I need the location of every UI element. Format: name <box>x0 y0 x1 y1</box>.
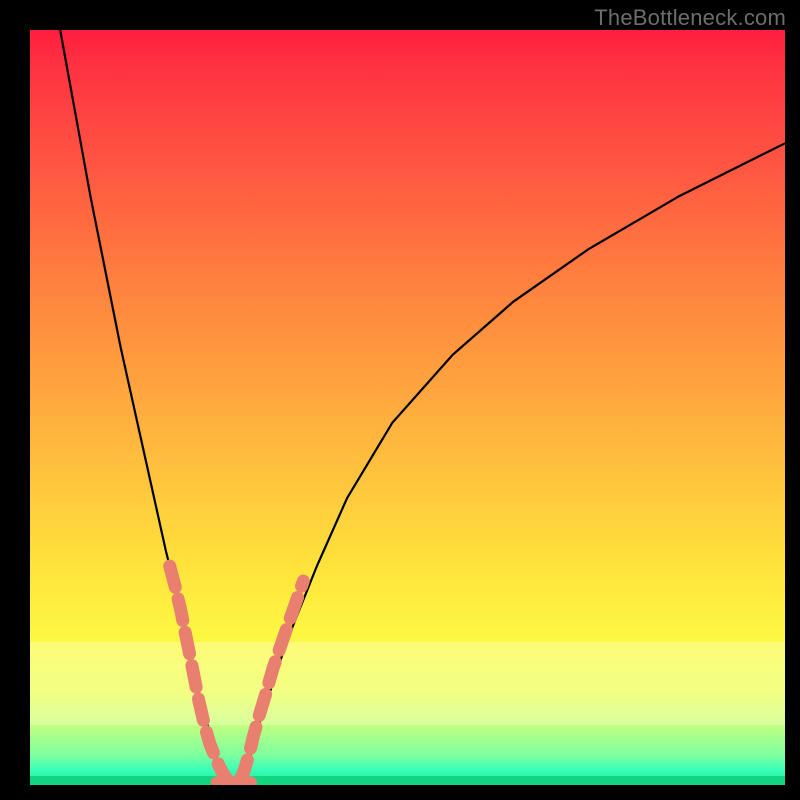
marker-right <box>240 581 303 780</box>
bottleneck-curve <box>60 30 785 785</box>
marker-left <box>170 566 228 781</box>
highlight-band <box>170 566 304 783</box>
chart-frame: TheBottleneck.com <box>0 0 800 800</box>
watermark-text: TheBottleneck.com <box>594 5 786 31</box>
chart-plot-area <box>30 30 785 785</box>
curve-right-branch <box>241 143 785 785</box>
curve-left-branch <box>60 30 226 785</box>
chart-curves-svg <box>30 30 785 785</box>
